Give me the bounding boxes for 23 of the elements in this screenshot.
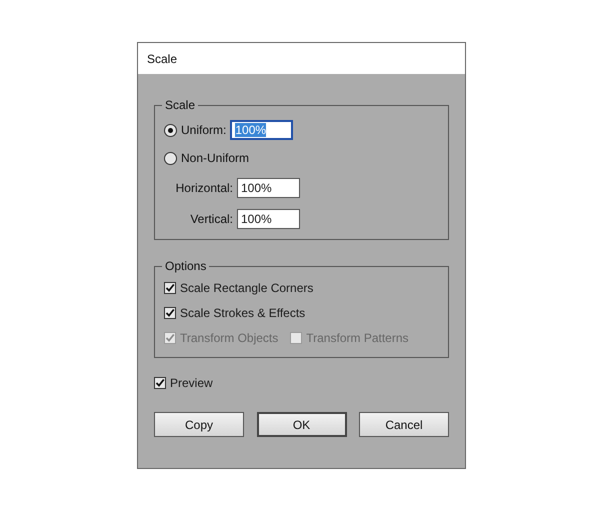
checkbox-label: Scale Strokes & Effects bbox=[180, 304, 306, 322]
field-label: Horizontal: bbox=[174, 180, 233, 197]
checkbox[interactable] bbox=[154, 376, 166, 388]
radio-label: Non-Uniform bbox=[181, 150, 250, 167]
group-legend: Options bbox=[162, 257, 210, 275]
group-legend: Scale bbox=[162, 96, 198, 114]
radio-label: Uniform: bbox=[181, 122, 226, 139]
input-field[interactable]: 100% bbox=[230, 120, 294, 140]
dialog-button[interactable]: Cancel bbox=[359, 412, 449, 437]
input-field[interactable]: 100% bbox=[237, 209, 300, 229]
dialog-button[interactable]: OK bbox=[256, 412, 346, 437]
checkbox-label: Preview bbox=[170, 374, 213, 392]
radio-button[interactable] bbox=[164, 124, 177, 136]
input-field[interactable]: 100% bbox=[237, 178, 300, 198]
dialog-button[interactable]: Copy bbox=[154, 412, 244, 437]
checkbox-label: Transform Objects bbox=[180, 330, 278, 346]
checkbox-label: Scale Rectangle Corners bbox=[180, 280, 314, 296]
checkbox[interactable] bbox=[164, 282, 176, 294]
window-title: Scale bbox=[138, 43, 465, 74]
checkbox[interactable] bbox=[164, 306, 176, 318]
checkbox-label: Transform Patterns bbox=[306, 330, 409, 346]
field-label: Vertical: bbox=[189, 211, 233, 228]
radio-button[interactable] bbox=[164, 152, 177, 164]
